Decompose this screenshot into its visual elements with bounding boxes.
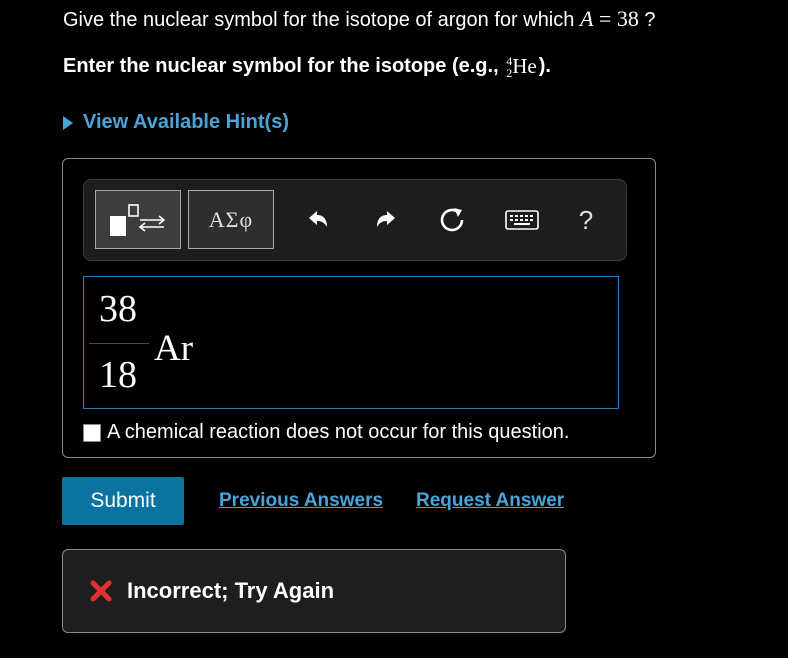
math-toolbar: ΑΣφ ? xyxy=(83,179,627,261)
help-icon[interactable]: ? xyxy=(566,198,606,242)
answer-panel: ΑΣφ ? 38 18 Ar A chemical reaction does … xyxy=(62,158,656,458)
answer-input[interactable]: 38 18 Ar xyxy=(83,276,619,409)
previous-answers-link[interactable]: Previous Answers xyxy=(219,490,383,512)
no-reaction-checkbox[interactable] xyxy=(83,423,101,442)
templates-button[interactable] xyxy=(95,190,181,249)
view-hints-link[interactable]: View Available Hint(s) xyxy=(63,111,289,134)
expand-triangle-icon xyxy=(63,115,73,130)
mass-number: 38 xyxy=(99,288,137,330)
question-math: A = 38 xyxy=(579,6,639,31)
redo-icon[interactable] xyxy=(366,198,406,242)
element-symbol: Ar xyxy=(154,328,194,369)
undo-icon[interactable] xyxy=(298,198,338,242)
question-text: Give the nuclear symbol for the isotope … xyxy=(63,6,656,31)
feedback-message: Incorrect; Try Again xyxy=(127,578,335,603)
feedback-box: Incorrect; Try Again xyxy=(62,549,566,633)
divider xyxy=(89,343,149,344)
templates-icon xyxy=(110,203,166,236)
atomic-number: 18 xyxy=(99,354,137,396)
example-nuclear-symbol: 4 2He xyxy=(506,53,537,80)
request-answer-link[interactable]: Request Answer xyxy=(416,490,564,512)
symbols-button[interactable]: ΑΣφ xyxy=(188,190,274,249)
instruction-text: Enter the nuclear symbol for the isotope… xyxy=(63,53,551,80)
reset-icon[interactable] xyxy=(432,198,472,242)
keyboard-icon[interactable] xyxy=(502,198,542,242)
submit-button[interactable]: Submit xyxy=(62,477,184,525)
error-x-icon xyxy=(90,580,112,602)
no-reaction-option: A chemical reaction does not occur for t… xyxy=(83,421,569,444)
